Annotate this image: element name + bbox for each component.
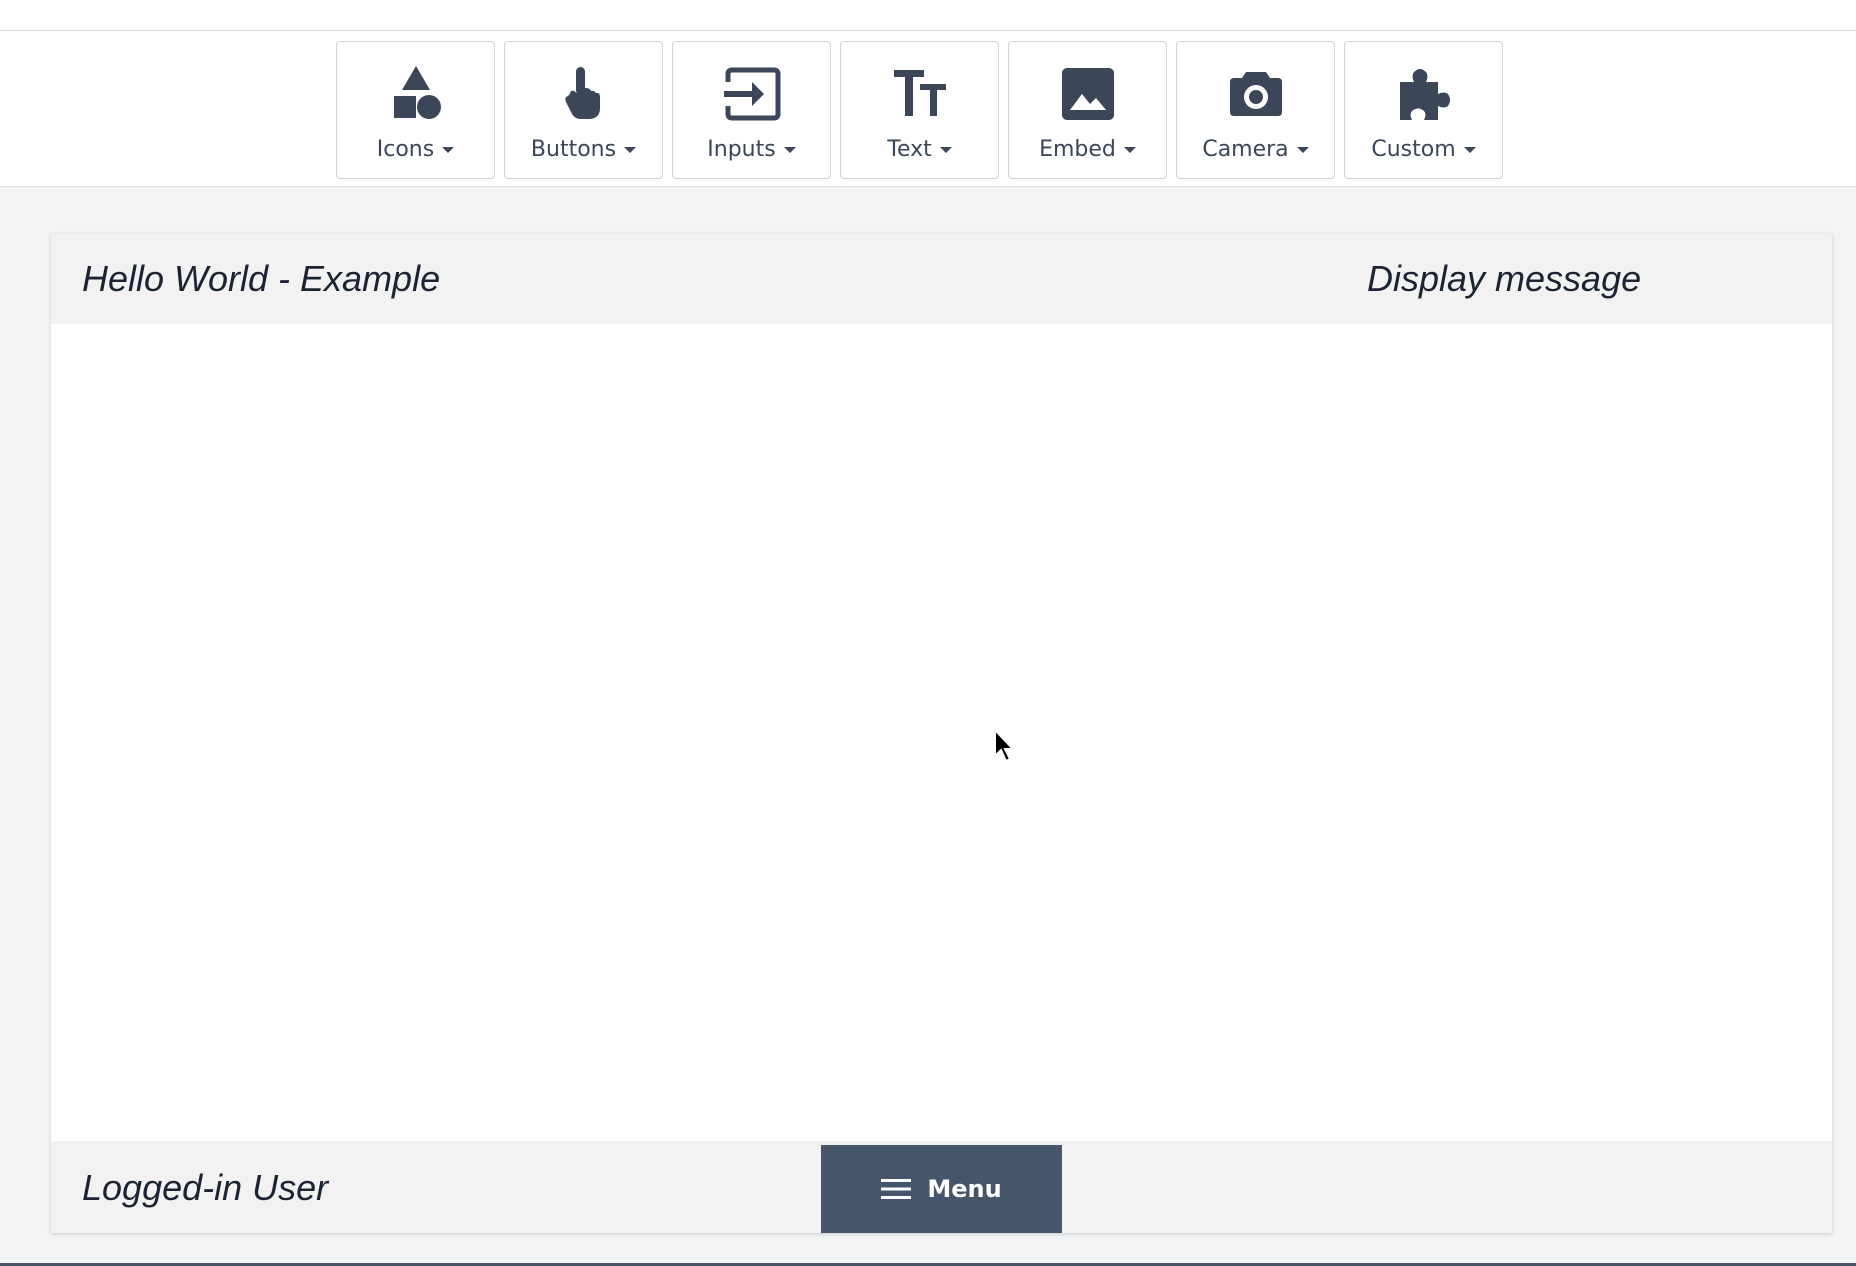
caret-down-icon (1123, 146, 1136, 153)
inputs-label: Inputs (707, 137, 776, 162)
image-icon (1058, 64, 1118, 124)
display-message: Display message (1367, 258, 1642, 299)
camera-dropdown-button[interactable]: Camera (1176, 41, 1335, 179)
card-footer: Logged-in User Menu (51, 1141, 1832, 1233)
app-card: Hello World - Example Display message Lo… (51, 234, 1832, 1233)
embed-dropdown-button[interactable]: Embed (1008, 41, 1167, 179)
card-title: Hello World - Example (82, 258, 441, 299)
custom-label: Custom (1371, 137, 1456, 162)
camera-icon (1226, 64, 1286, 124)
top-bar (0, 0, 1856, 31)
menu-label: Menu (927, 1175, 1002, 1203)
mouse-cursor-icon (994, 728, 1015, 763)
custom-dropdown-button[interactable]: Custom (1344, 41, 1503, 179)
caret-down-icon (783, 146, 796, 153)
menu-button[interactable]: Menu (821, 1145, 1062, 1233)
card-body (51, 324, 1832, 1141)
buttons-label: Buttons (530, 137, 617, 162)
text-size-icon (890, 64, 950, 124)
text-label: Text (887, 137, 932, 162)
pointer-hand-icon (554, 64, 614, 124)
camera-label: Camera (1202, 137, 1289, 162)
text-dropdown-button[interactable]: Text (840, 41, 999, 179)
puzzle-icon (1394, 64, 1454, 124)
buttons-dropdown-button[interactable]: Buttons (504, 41, 663, 179)
inputs-dropdown-button[interactable]: Inputs (672, 41, 831, 179)
caret-down-icon (939, 146, 952, 153)
hamburger-icon (881, 1179, 912, 1199)
logged-in-user: Logged-in User (82, 1167, 329, 1208)
caret-down-icon (1296, 146, 1309, 153)
icons-label: Icons (376, 137, 435, 162)
caret-down-icon (624, 146, 637, 153)
caret-down-icon (442, 146, 455, 153)
input-arrow-icon (722, 64, 782, 124)
shapes-icon (386, 64, 446, 124)
icons-dropdown-button[interactable]: Icons (336, 41, 495, 179)
embed-label: Embed (1039, 137, 1116, 162)
card-header: Hello World - Example Display message (51, 234, 1832, 324)
component-toolbar: Icons Buttons Inputs Text Embed Camera C… (336, 41, 1503, 179)
caret-down-icon (1463, 146, 1476, 153)
